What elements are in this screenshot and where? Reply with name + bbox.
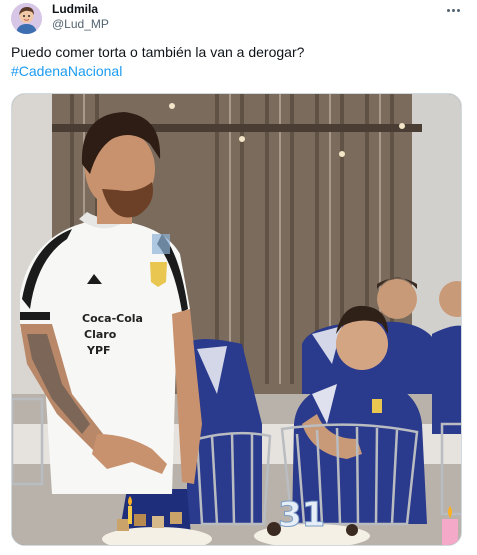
avatar[interactable] <box>11 3 42 34</box>
shirt-sponsor-2: Claro <box>84 328 117 341</box>
candle-number-text: 31 <box>278 495 325 535</box>
display-name[interactable]: Ludmila <box>52 2 109 17</box>
user-handle[interactable]: @Lud_MP <box>52 17 109 32</box>
hashtag-link[interactable]: #CadenaNacional <box>11 62 461 81</box>
more-options-button[interactable] <box>441 2 465 18</box>
photo-illustration: 31 Coca-Cola Claro YPF <box>12 94 461 545</box>
tweet-photo[interactable]: 31 Coca-Cola Claro YPF <box>11 93 462 546</box>
tweet-card[interactable]: Ludmila @Lud_MP Puedo comer torta o tamb… <box>0 0 477 555</box>
more-horizontal-icon <box>446 8 461 12</box>
user-header: Ludmila @Lud_MP <box>52 2 109 32</box>
tweet-text-line: Puedo comer torta o también la van a der… <box>11 44 305 60</box>
tweet-text: Puedo comer torta o también la van a der… <box>11 43 461 81</box>
cartoon-avatar-icon <box>11 3 42 34</box>
shirt-sponsor-3: YPF <box>86 344 111 357</box>
shirt-sponsor-1: Coca-Cola <box>82 312 143 325</box>
